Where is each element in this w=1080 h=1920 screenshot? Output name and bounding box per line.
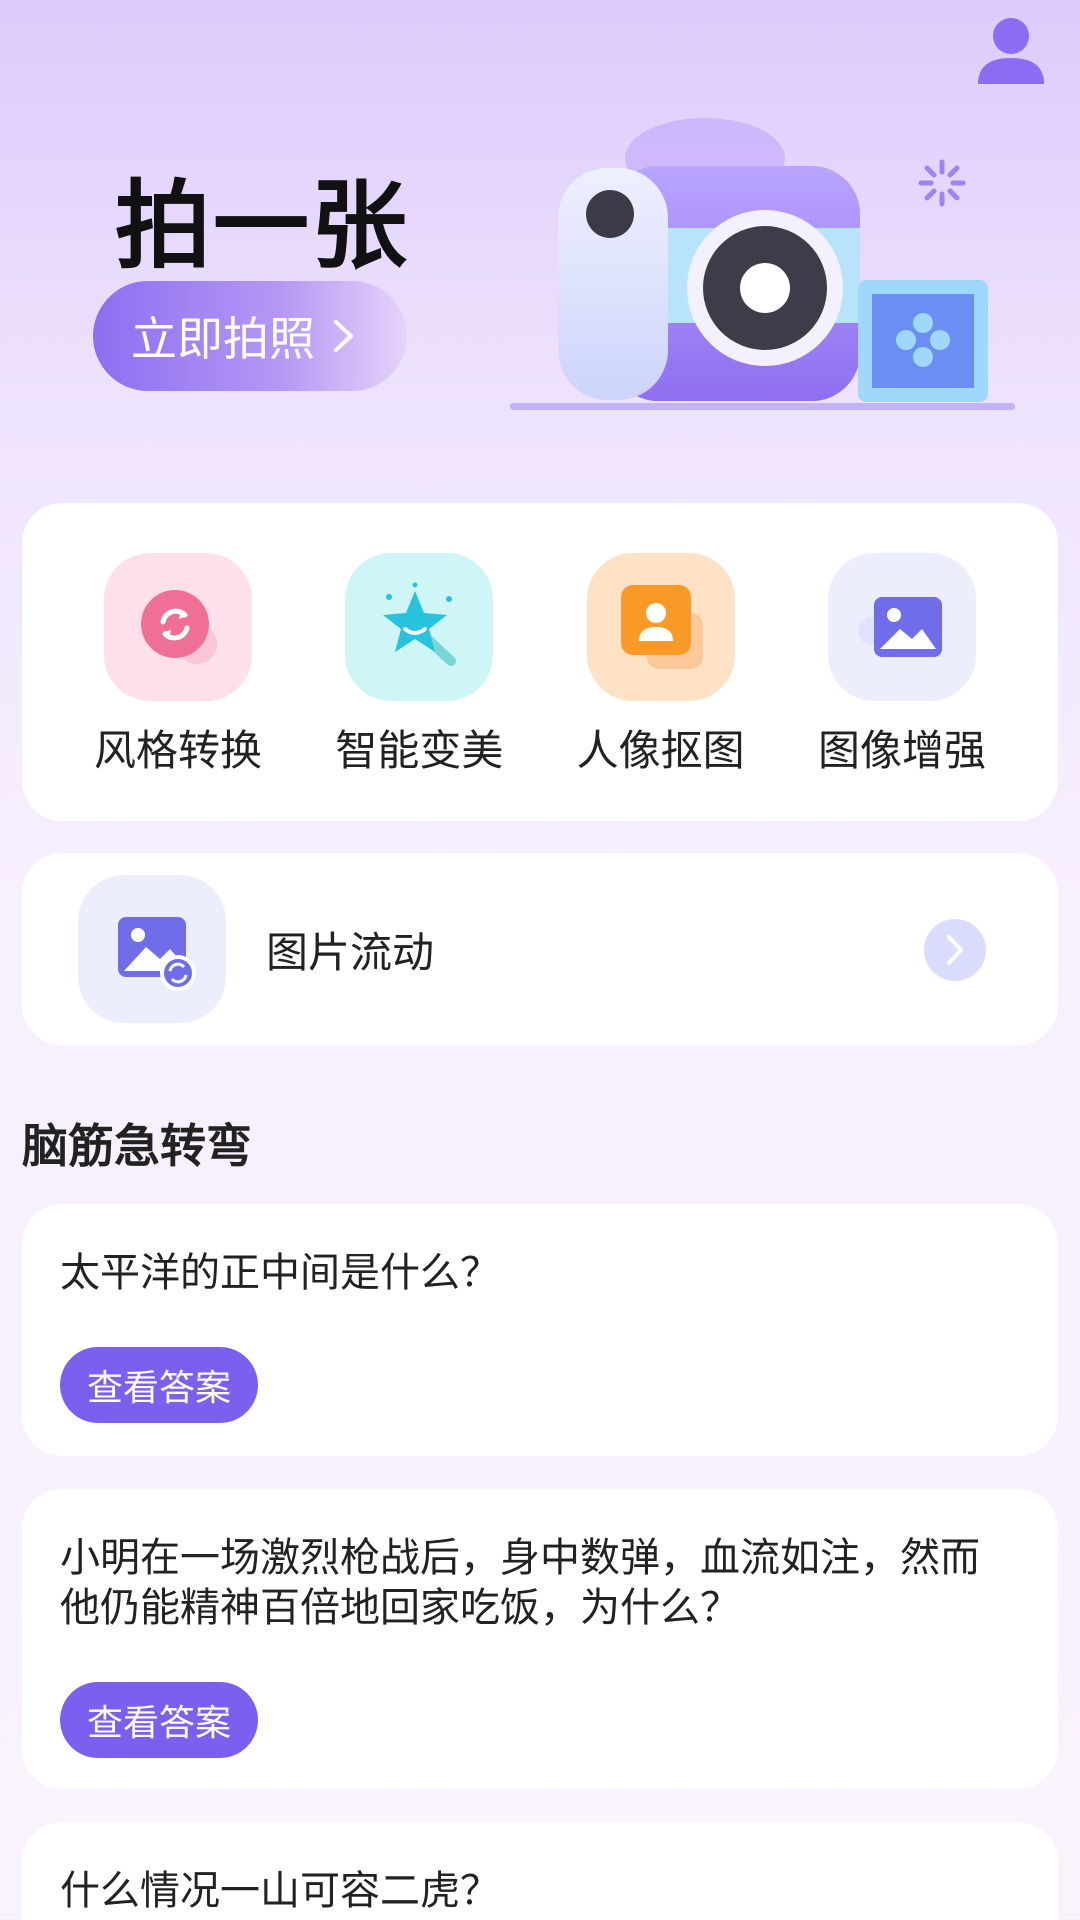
tool-smart-beautify[interactable]: 智能变美 bbox=[299, 553, 539, 821]
section-title: 脑筋急转弯 bbox=[22, 1119, 252, 1173]
riddle-question: 什么情况一山可容二虎？ bbox=[60, 1868, 500, 1914]
image-flow-icon bbox=[78, 875, 226, 1023]
riddle-card: 小明在一场激烈枪战后，身中数弹，血流如注，然而他仍能精神百倍地回家吃饭，为什么？… bbox=[22, 1489, 1058, 1789]
chevron-right-icon[interactable] bbox=[924, 919, 986, 981]
riddle-question: 小明在一场激烈枪战后，身中数弹，血流如注，然而他仍能精神百倍地回家吃饭，为什么？ bbox=[60, 1535, 980, 1631]
tool-label: 人像抠图 bbox=[576, 726, 745, 775]
view-answer-button[interactable]: 查看答案 bbox=[60, 1347, 258, 1423]
hero-title: 拍一张 bbox=[115, 170, 409, 282]
tool-style-transfer[interactable]: 风格转换 bbox=[58, 553, 298, 821]
magic-star-icon bbox=[345, 553, 494, 701]
image-flow-card[interactable]: 图片流动 bbox=[22, 853, 1058, 1045]
style-transfer-icon bbox=[104, 553, 252, 701]
tool-label: 风格转换 bbox=[93, 726, 262, 775]
riddle-question: 太平洋的正中间是什么？ bbox=[60, 1250, 500, 1296]
tool-portrait-cutout[interactable]: 人像抠图 bbox=[541, 553, 781, 821]
tool-label: 智能变美 bbox=[335, 726, 504, 775]
view-answer-button[interactable]: 查看答案 bbox=[60, 1682, 258, 1758]
tool-image-enhance[interactable]: 图像增强 bbox=[782, 553, 1022, 821]
riddle-card: 太平洋的正中间是什么？ 查看答案 bbox=[22, 1204, 1058, 1456]
take-photo-button[interactable]: 立即拍照 bbox=[93, 281, 407, 391]
take-photo-label: 立即拍照 bbox=[131, 312, 315, 366]
chevron-right-icon bbox=[334, 320, 353, 352]
user-profile-icon[interactable] bbox=[976, 16, 1046, 88]
riddle-card: 什么情况一山可容二虎？ bbox=[22, 1822, 1058, 1920]
tool-label: 图像增强 bbox=[817, 726, 986, 775]
image-enhance-icon bbox=[827, 553, 976, 701]
portrait-cutout-icon bbox=[586, 553, 735, 701]
tools-card: 风格转换 智能变美 人像抠图 图像增强 bbox=[22, 503, 1058, 821]
camera-illustration bbox=[510, 118, 1015, 410]
image-flow-label: 图片流动 bbox=[266, 927, 435, 977]
